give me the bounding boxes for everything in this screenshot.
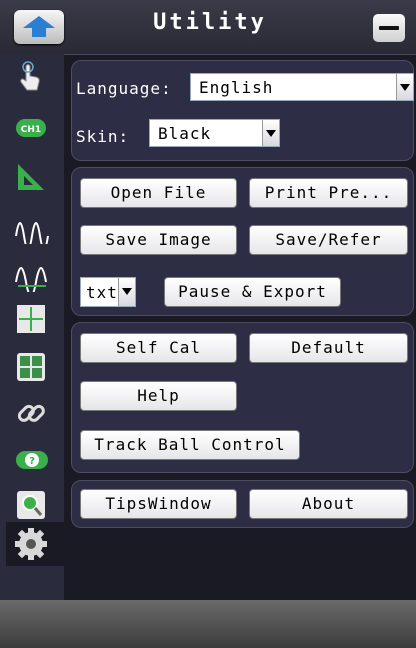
sidebar-item-math[interactable] xyxy=(6,346,58,390)
zoom-icon xyxy=(17,491,45,519)
display-grid-icon xyxy=(17,305,45,333)
minus-icon xyxy=(379,26,399,30)
sidebar: CH1 ? xyxy=(0,54,64,600)
cursor-ruler-icon xyxy=(18,164,44,190)
language-select[interactable]: English xyxy=(190,73,414,101)
general-settings-panel: Language: English Skin: Black xyxy=(71,60,414,161)
language-label: Language: xyxy=(76,79,172,98)
status-bar xyxy=(0,600,416,648)
sidebar-item-channel[interactable]: CH1 xyxy=(6,106,58,150)
math-calc-icon xyxy=(17,353,45,381)
sidebar-item-link[interactable] xyxy=(6,392,58,436)
chevron-down-icon xyxy=(118,278,135,306)
sidebar-item-touch[interactable] xyxy=(6,56,58,100)
print-preview-button[interactable]: Print Pre... xyxy=(249,178,408,208)
save-refer-button[interactable]: Save/Refer xyxy=(249,225,408,255)
self-cal-button[interactable]: Self Cal xyxy=(80,333,237,363)
page-title: Utility xyxy=(153,10,267,35)
file-panel: Open File Print Pre... Save Image Save/R… xyxy=(71,167,414,316)
minimize-button[interactable] xyxy=(373,14,405,42)
tips-window-button[interactable]: TipsWindow xyxy=(80,489,237,519)
system-panel: Self Cal Default Help Track Ball Control xyxy=(71,322,414,473)
pause-export-button[interactable]: Pause & Export xyxy=(164,277,341,307)
waveform-width-icon xyxy=(15,267,47,292)
about-button[interactable]: About xyxy=(249,489,408,519)
sidebar-item-cursor[interactable] xyxy=(6,156,58,200)
sidebar-item-measure[interactable] xyxy=(6,202,58,246)
up-arrow-icon xyxy=(23,16,55,37)
link-icon xyxy=(17,404,45,422)
export-format-value: txt xyxy=(86,283,118,302)
utility-window: Utility CH1 ? Language: English Skin: Bl… xyxy=(0,0,416,648)
gear-icon xyxy=(15,528,47,560)
save-image-button[interactable]: Save Image xyxy=(80,225,237,255)
sidebar-item-pass-fail[interactable]: ? xyxy=(6,438,58,482)
default-button[interactable]: Default xyxy=(249,333,408,363)
pass-fail-icon: ? xyxy=(16,451,48,469)
track-ball-control-button[interactable]: Track Ball Control xyxy=(80,430,300,460)
title-bar: Utility xyxy=(0,0,416,55)
skin-select[interactable]: Black xyxy=(149,119,280,147)
export-format-select[interactable]: txt xyxy=(80,277,136,307)
skin-select-value: Black xyxy=(158,124,212,143)
chevron-down-icon xyxy=(396,74,413,100)
touch-hand-icon xyxy=(20,61,40,91)
language-select-value: English xyxy=(199,78,274,97)
sidebar-item-display[interactable] xyxy=(6,298,58,342)
back-button[interactable] xyxy=(14,10,64,44)
waveform-measure-icon xyxy=(15,222,49,244)
svg-text:?: ? xyxy=(29,456,35,467)
svg-text:CH1: CH1 xyxy=(21,125,41,135)
channel-ch1-icon: CH1 xyxy=(16,119,46,137)
skin-label: Skin: xyxy=(76,127,130,146)
chevron-down-icon xyxy=(262,120,279,146)
sidebar-item-utility[interactable] xyxy=(6,522,64,566)
help-button[interactable]: Help xyxy=(80,381,237,411)
open-file-button[interactable]: Open File xyxy=(80,178,237,208)
info-panel: TipsWindow About xyxy=(71,480,414,528)
sidebar-item-width[interactable] xyxy=(6,250,58,294)
